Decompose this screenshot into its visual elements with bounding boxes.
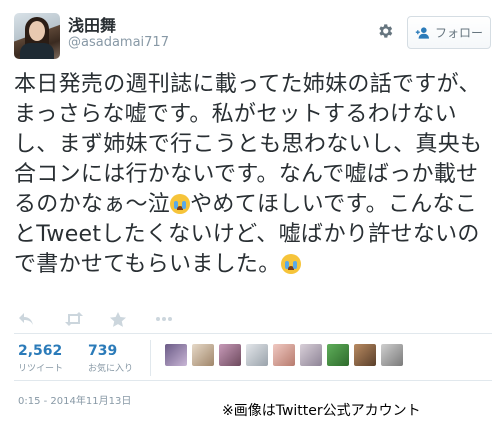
timestamp[interactable]: 0:15 - 2014年11月13日 — [18, 392, 131, 407]
retweet-label: リツイート — [18, 364, 64, 374]
star-icon — [110, 311, 126, 327]
avatar[interactable] — [14, 13, 60, 59]
retweet-count: 2,562 — [18, 343, 63, 359]
follow-button-label: フォロー — [434, 26, 483, 40]
favorite-label: お気に入り — [88, 364, 134, 374]
gear-icon[interactable] — [376, 22, 394, 40]
avatar[interactable] — [381, 344, 403, 366]
divider — [14, 380, 492, 381]
favorite-stat[interactable]: 739 お気に入り — [88, 343, 133, 374]
more-button[interactable] — [156, 309, 202, 329]
avatar[interactable] — [273, 344, 295, 366]
avatar[interactable] — [246, 344, 268, 366]
avatar[interactable] — [300, 344, 322, 366]
follow-button[interactable]: フォロー — [407, 16, 491, 49]
avatar-face — [29, 21, 45, 41]
add-user-icon — [415, 26, 429, 39]
user-handle[interactable]: @asadamai717 — [68, 35, 169, 50]
more-icon — [156, 317, 172, 321]
favorite-count: 739 — [88, 343, 118, 359]
retweet-button[interactable] — [64, 309, 110, 329]
avatar[interactable] — [327, 344, 349, 366]
avatar[interactable] — [165, 344, 187, 366]
avatar[interactable] — [354, 344, 376, 366]
favorite-button[interactable] — [110, 309, 156, 329]
crying-face-icon — [280, 254, 301, 274]
user-name[interactable]: 浅田舞 — [68, 12, 116, 36]
avatar[interactable] — [219, 344, 241, 366]
reply-button[interactable] — [18, 309, 64, 329]
retweet-stat[interactable]: 2,562 リツイート — [18, 343, 63, 374]
reply-icon — [19, 313, 33, 325]
tweet-text: 本日発売の週刊誌に載ってた姉妹の話ですが、まっさらな嘘です。私がセットするわけな… — [14, 70, 492, 280]
favoriter-avatars — [165, 344, 403, 366]
divider — [14, 333, 492, 334]
divider — [150, 340, 151, 376]
tweet-actions — [18, 309, 202, 329]
avatar-body — [20, 43, 54, 59]
image-credit: ※画像はTwitter公式アカウント — [222, 403, 421, 419]
retweet-icon — [65, 312, 83, 326]
avatar[interactable] — [192, 344, 214, 366]
crying-face-icon — [170, 194, 191, 214]
